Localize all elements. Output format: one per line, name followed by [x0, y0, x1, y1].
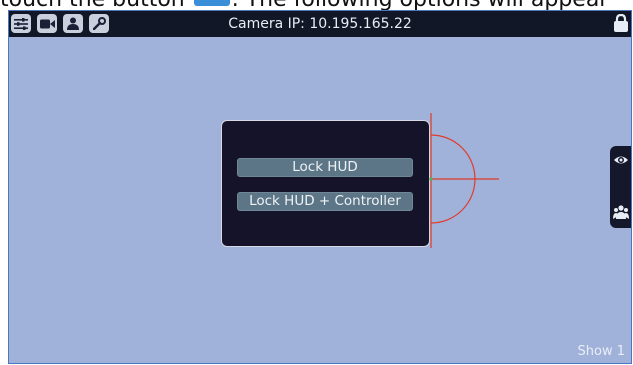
lock-options-panel: Lock HUD Lock HUD + Controller — [221, 120, 430, 247]
camera-screen: Camera IP: 10.195.165.22 Lock HUD Lock H… — [8, 10, 632, 364]
side-tab — [610, 146, 631, 228]
group-icon[interactable] — [613, 204, 629, 220]
crosshair-overlay — [429, 113, 499, 248]
lock-hud-controller-button[interactable]: Lock HUD + Controller — [237, 192, 413, 211]
show-label: Show 1 — [577, 344, 625, 359]
lock-icon[interactable] — [613, 13, 629, 33]
top-bar: Camera IP: 10.195.165.22 — [9, 11, 631, 37]
inline-button-icon — [193, 0, 230, 6]
camera-ip-label: Camera IP: 10.195.165.22 — [228, 16, 412, 32]
lock-hud-button[interactable]: Lock HUD — [237, 158, 413, 177]
eye-icon[interactable] — [613, 152, 629, 168]
